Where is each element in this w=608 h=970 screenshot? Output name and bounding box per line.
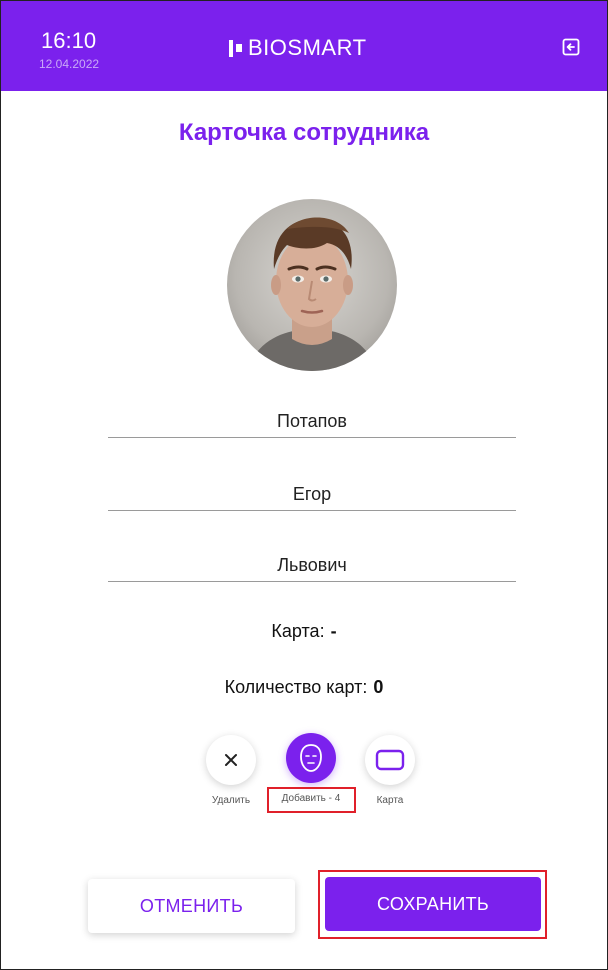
card-count-row: Количество карт: 0 xyxy=(1,677,607,698)
card-icon xyxy=(375,749,405,771)
logo-mark-icon xyxy=(229,39,242,57)
card-count-label: Количество карт: xyxy=(224,677,368,697)
clock-time: 16:10 xyxy=(41,28,97,53)
portrait-image xyxy=(247,217,377,371)
card-label-caption: Карта xyxy=(376,795,404,806)
save-highlight xyxy=(318,870,547,939)
delete-label: Удалить xyxy=(211,795,251,806)
top-bar: 16:10 12.04.2022 BIOSMART xyxy=(1,1,607,91)
delete-button[interactable] xyxy=(206,735,256,785)
card-info-row: Карта: - xyxy=(1,621,607,642)
employee-photo xyxy=(227,199,397,371)
add-face-button[interactable] xyxy=(286,733,336,783)
first-name-field[interactable]: Егор xyxy=(108,481,516,511)
app-screen: 16:10 12.04.2022 BIOSMART Карточка сотру… xyxy=(0,0,608,970)
first-name-value: Егор xyxy=(292,484,332,504)
close-icon xyxy=(225,754,237,766)
face-icon xyxy=(300,744,322,772)
patronymic-value: Львович xyxy=(277,555,347,575)
card-count-value: 0 xyxy=(373,677,384,697)
logo-text: BIOSMART xyxy=(248,35,367,60)
last-name-value: Потапов xyxy=(277,411,347,431)
patronymic-field[interactable]: Львович xyxy=(108,552,516,582)
cancel-button[interactable]: ОТМЕНИТЬ xyxy=(88,879,295,933)
clock-date: 12.04.2022 xyxy=(39,57,100,71)
card-button[interactable] xyxy=(365,735,415,785)
brand-logo: BIOSMART xyxy=(229,35,367,61)
add-face-highlight xyxy=(267,787,356,813)
exit-icon[interactable] xyxy=(562,38,580,56)
card-label: Карта: xyxy=(271,621,325,641)
card-value: - xyxy=(330,621,337,641)
page-title: Карточка сотрудника xyxy=(178,119,430,146)
last-name-field[interactable]: Потапов xyxy=(108,408,516,438)
